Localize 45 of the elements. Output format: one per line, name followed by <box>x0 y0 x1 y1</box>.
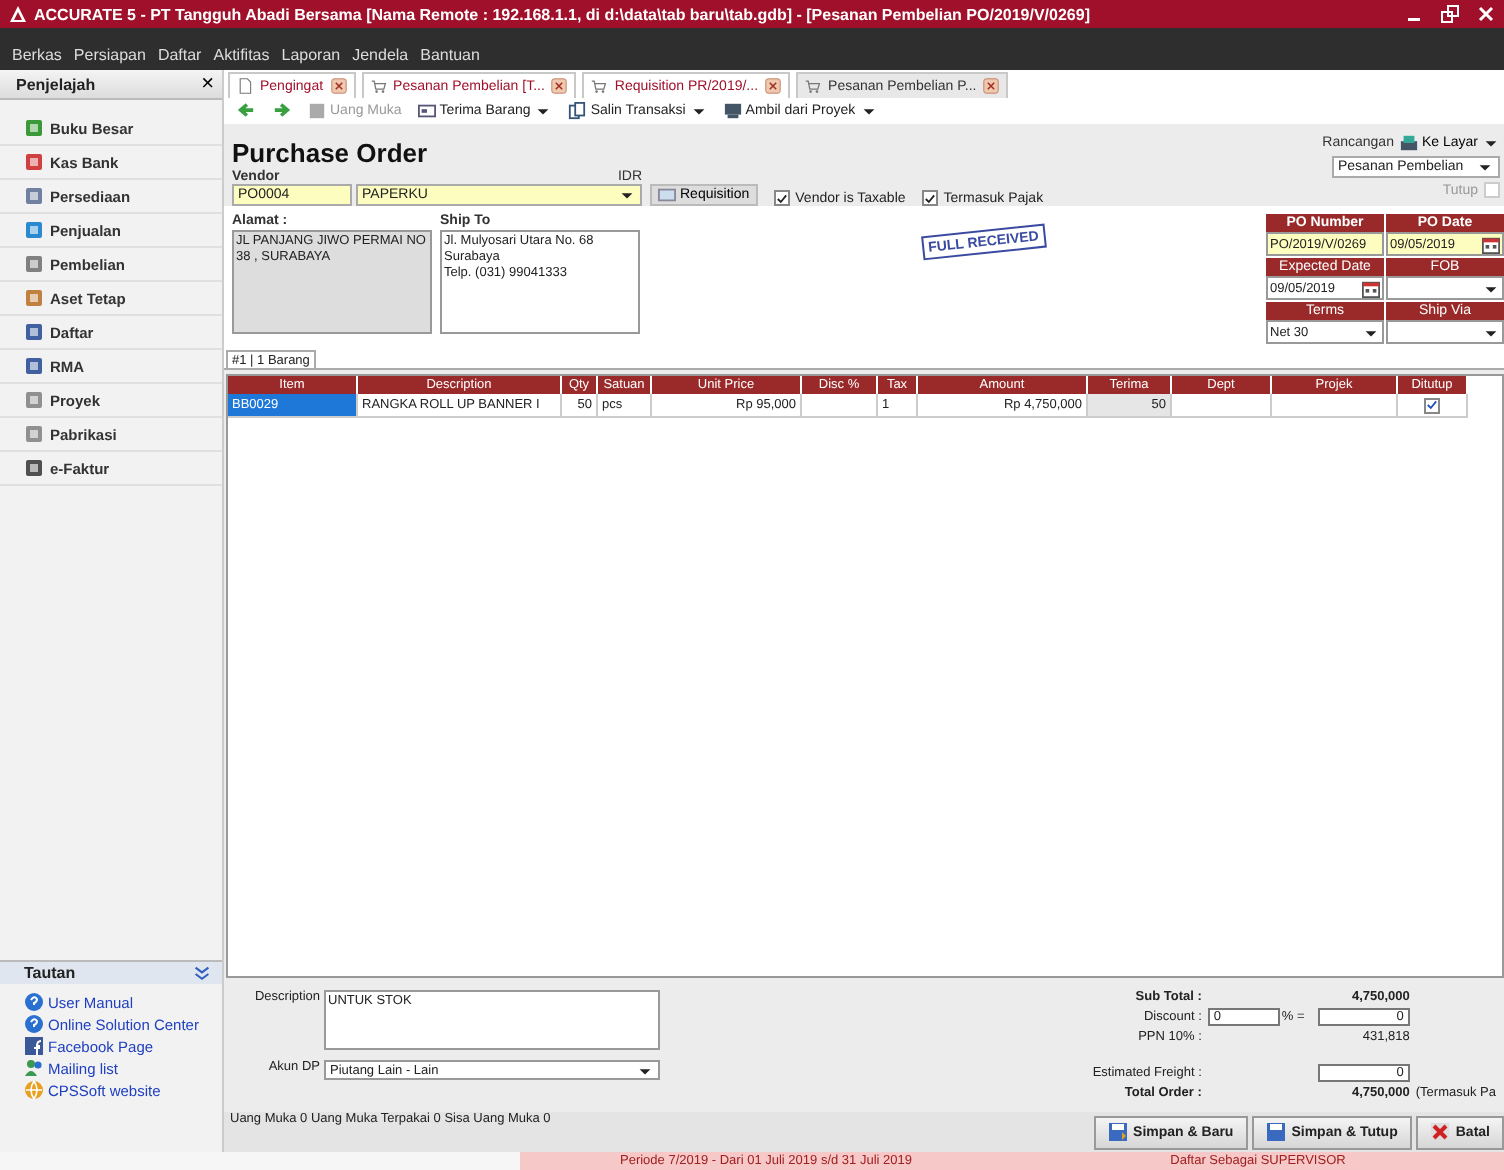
close-button[interactable]: × <box>201 73 214 95</box>
menu-item[interactable]: Laporan <box>281 46 341 64</box>
calendar-icon[interactable] <box>1482 235 1500 253</box>
monitor-icon <box>723 102 742 120</box>
help-icon <box>24 992 44 1012</box>
panel-title: Tautan <box>24 964 76 982</box>
menu-item[interactable]: Berkas <box>12 46 62 64</box>
close-icon[interactable] <box>329 78 348 94</box>
people-icon <box>24 1058 44 1078</box>
save-icon <box>1107 1122 1128 1142</box>
printer-icon <box>1399 134 1418 152</box>
facebook-icon <box>24 1036 44 1056</box>
save-icon <box>1265 1122 1286 1142</box>
close-icon[interactable] <box>764 78 783 94</box>
form-title: Purchase Order <box>232 138 430 168</box>
dropdown-field[interactable] <box>1386 320 1504 344</box>
check-icon <box>1426 396 1438 414</box>
table-cell <box>1172 394 1272 418</box>
menu-item[interactable]: Aktifitas <box>213 46 270 64</box>
forward-icon[interactable] <box>272 102 292 120</box>
calendar-icon[interactable] <box>1362 279 1380 297</box>
close-icon[interactable] <box>982 78 1001 94</box>
document-icon <box>236 78 254 94</box>
check-icon <box>775 189 788 207</box>
globe-icon <box>24 1080 44 1100</box>
dropdown-field[interactable] <box>1386 276 1504 300</box>
window-title: ACCURATE 5 - PT Tangguh Abadi Bersama [Nama Remote : 192.168.1.1, di d:\data\tab baru\tab.gdb] - [Pesanan Pembelian PO/2019/V/0269] <box>34 5 1092 23</box>
cancel-icon <box>1429 1122 1450 1142</box>
cart-icon <box>590 78 609 94</box>
list-icon <box>658 186 676 204</box>
help-icon <box>24 1014 44 1034</box>
panel-title: Penjelajah <box>16 75 96 93</box>
collapse-icon[interactable] <box>194 965 210 981</box>
menu-item[interactable]: Persiapan <box>73 46 146 64</box>
menu-item[interactable]: Bantuan <box>420 46 480 64</box>
checkbox[interactable] <box>1424 397 1440 413</box>
menu-item[interactable]: Daftar <box>157 46 202 64</box>
check-icon <box>923 189 936 207</box>
cart-icon <box>369 78 388 94</box>
menu-item[interactable]: Jendela <box>352 46 409 64</box>
table-cell <box>802 394 878 418</box>
restore-icon[interactable] <box>1440 4 1460 24</box>
close-icon[interactable] <box>550 78 569 94</box>
cart-icon <box>804 78 823 94</box>
back-icon[interactable] <box>236 102 256 120</box>
